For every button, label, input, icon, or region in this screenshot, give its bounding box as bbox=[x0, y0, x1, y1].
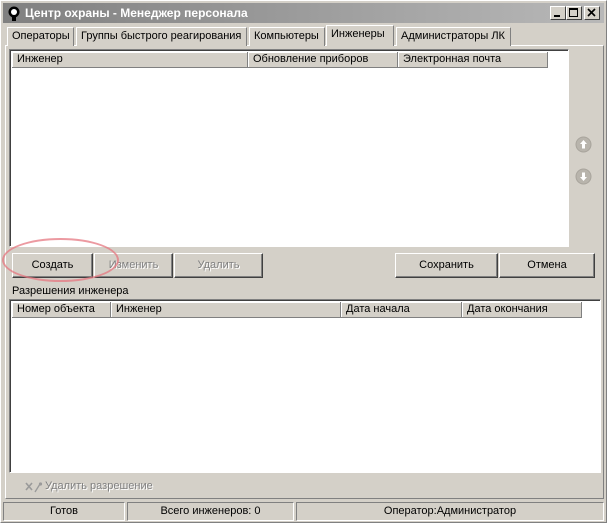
close-button[interactable] bbox=[584, 6, 600, 20]
status-operator: Оператор:Администратор bbox=[296, 502, 604, 521]
column-end-date[interactable]: Дата окончания bbox=[462, 302, 582, 318]
maximize-icon bbox=[569, 8, 578, 17]
engineers-list[interactable]: Инженер Обновление приборов Электронная … bbox=[9, 49, 569, 247]
move-up-button[interactable] bbox=[575, 136, 592, 153]
highlight-circle bbox=[2, 238, 119, 282]
save-button[interactable]: Сохранить bbox=[395, 253, 498, 278]
delete-button[interactable]: Удалить bbox=[174, 253, 263, 278]
column-permission-engineer[interactable]: Инженер bbox=[111, 302, 341, 318]
status-state: Готов bbox=[3, 502, 125, 521]
column-object-number[interactable]: Номер объекта bbox=[12, 302, 111, 318]
minimize-button[interactable] bbox=[550, 6, 566, 20]
delete-permission-label: Удалить разрешение bbox=[45, 480, 153, 492]
delete-permission-button[interactable]: Удалить разрешение bbox=[25, 479, 165, 497]
column-email[interactable]: Электронная почта bbox=[398, 52, 548, 68]
main-window: Центр охраны - Менеджер персонала Операт… bbox=[0, 0, 607, 523]
column-device-update[interactable]: Обновление приборов bbox=[248, 52, 398, 68]
permissions-title: Разрешения инженера bbox=[12, 285, 129, 297]
move-down-button[interactable] bbox=[575, 168, 592, 185]
delete-permission-icon bbox=[25, 482, 43, 493]
column-start-date[interactable]: Дата начала bbox=[341, 302, 462, 318]
tab-computers[interactable]: Компьютеры bbox=[249, 27, 325, 46]
cancel-button[interactable]: Отмена bbox=[499, 253, 595, 278]
title-bar[interactable]: Центр охраны - Менеджер персонала bbox=[3, 3, 604, 23]
app-icon bbox=[8, 6, 20, 21]
status-total: Всего инженеров: 0 bbox=[127, 502, 294, 521]
column-engineer[interactable]: Инженер bbox=[12, 52, 248, 68]
tab-engineers[interactable]: Инженеры bbox=[326, 25, 394, 46]
minimize-icon bbox=[554, 15, 560, 17]
permissions-list[interactable]: Номер объекта Инженер Дата начала Дата о… bbox=[9, 299, 601, 473]
window-title: Центр охраны - Менеджер персонала bbox=[25, 6, 248, 20]
tab-operators[interactable]: Операторы bbox=[7, 27, 74, 46]
maximize-button[interactable] bbox=[566, 6, 582, 20]
tab-rapid-response-groups[interactable]: Группы быстрого реагирования bbox=[76, 27, 247, 46]
close-icon bbox=[587, 8, 596, 17]
tab-lk-administrators[interactable]: Администраторы ЛК bbox=[396, 27, 511, 46]
